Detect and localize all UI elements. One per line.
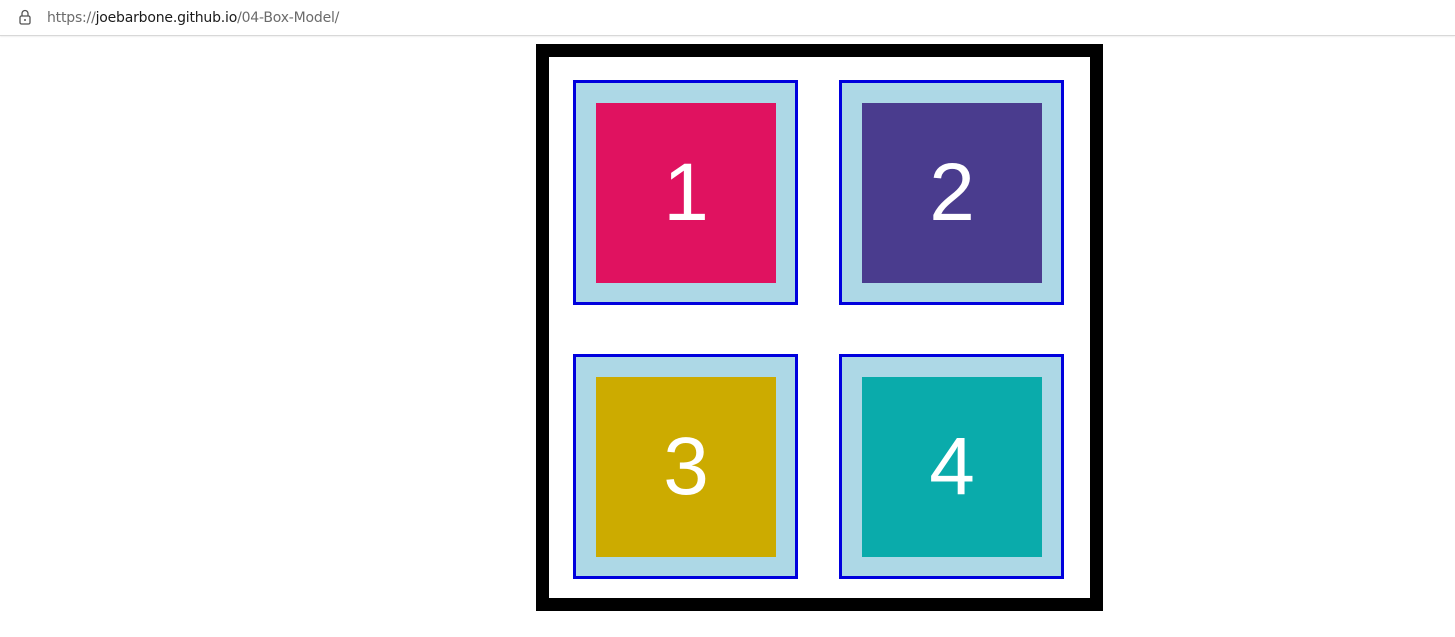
box-3-label: 3 — [663, 421, 709, 512]
box-3-inner: 3 — [596, 377, 776, 557]
box-4-label: 4 — [929, 421, 975, 512]
box-2-outer: 2 — [839, 80, 1064, 305]
box-1-outer: 1 — [573, 80, 798, 305]
url-text[interactable]: https://joebarbone.github.io/04-Box-Mode… — [47, 9, 339, 27]
box-4-outer: 4 — [839, 354, 1064, 579]
address-bar[interactable]: https://joebarbone.github.io/04-Box-Mode… — [0, 0, 1455, 36]
lock-icon[interactable] — [18, 9, 32, 25]
url-host: joebarbone.github.io — [95, 10, 238, 26]
url-path: /04-Box-Model/ — [237, 10, 340, 26]
box-3-outer: 3 — [573, 354, 798, 579]
box-1-label: 1 — [663, 147, 709, 238]
box-2-label: 2 — [929, 147, 975, 238]
box-1-inner: 1 — [596, 103, 776, 283]
box-4-inner: 4 — [862, 377, 1042, 557]
url-scheme: https:// — [47, 10, 96, 26]
box-2-inner: 2 — [862, 103, 1042, 283]
box-model-container: 1 2 3 4 — [536, 44, 1103, 611]
